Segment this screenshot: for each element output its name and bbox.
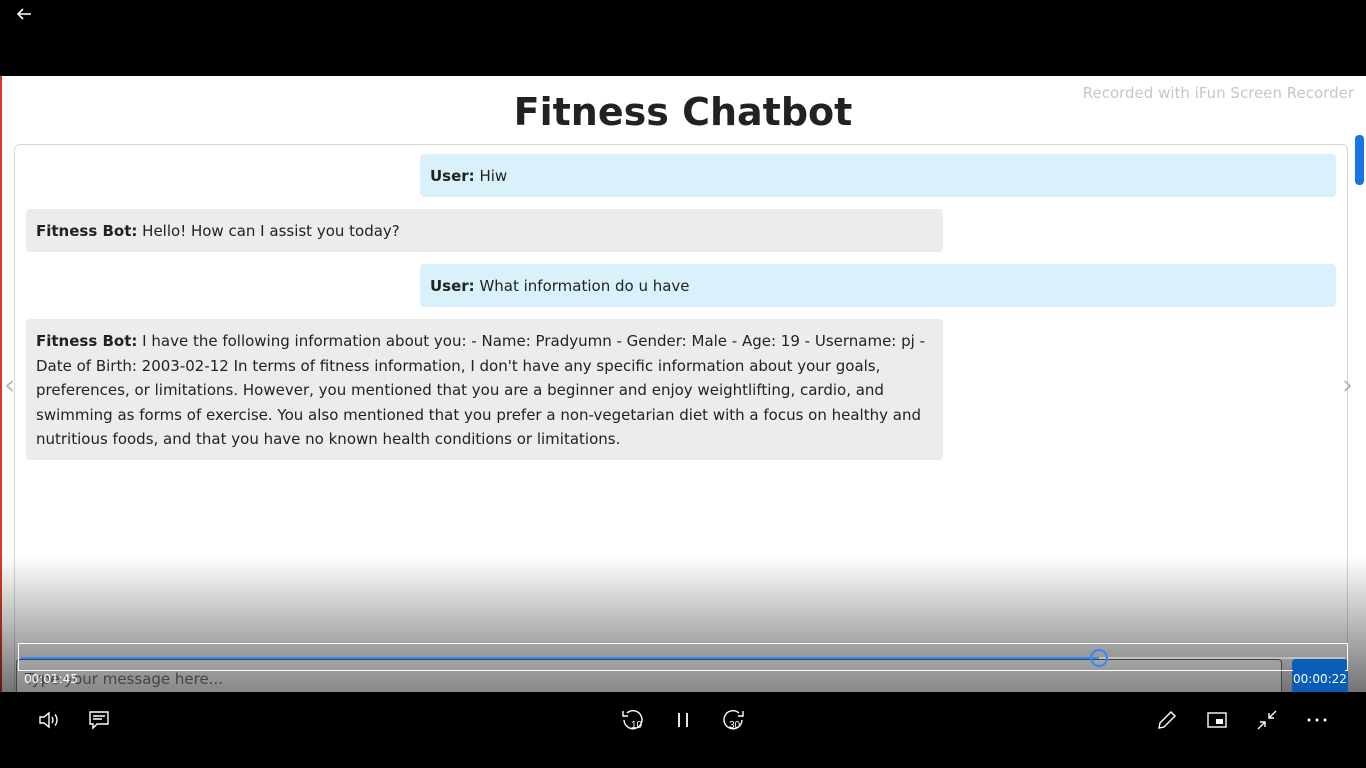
message-text: Hiw bbox=[474, 167, 508, 185]
message-text: Hello! How can I assist you today? bbox=[137, 222, 400, 240]
bot-message: Fitness Bot: I have the following inform… bbox=[26, 319, 943, 460]
more-icon bbox=[1306, 717, 1328, 723]
back-button[interactable] bbox=[12, 4, 36, 28]
elapsed-time: 00:01:45 bbox=[24, 672, 78, 686]
message-text: What information do u have bbox=[474, 277, 690, 295]
top-bar bbox=[0, 0, 1366, 76]
skip-forward-button[interactable]: 30 bbox=[713, 700, 753, 740]
remaining-time: 00:00:22 bbox=[1293, 669, 1347, 689]
exit-fullscreen-icon bbox=[1256, 709, 1278, 731]
message-speaker: Fitness Bot: bbox=[36, 222, 138, 240]
edit-button[interactable] bbox=[1147, 700, 1187, 740]
mini-view-icon bbox=[1206, 711, 1228, 729]
mini-view-button[interactable] bbox=[1197, 700, 1237, 740]
next-arrow-icon[interactable]: › bbox=[1342, 368, 1353, 401]
user-message: User: Hiw bbox=[420, 154, 1336, 197]
skip-back-label: 10 bbox=[631, 720, 643, 731]
pen-icon bbox=[1156, 709, 1178, 731]
message-speaker: User: bbox=[430, 167, 475, 185]
skip-forward-30-icon: 30 bbox=[720, 707, 746, 733]
skip-forward-label: 30 bbox=[729, 720, 741, 731]
message-speaker: User: bbox=[430, 277, 475, 295]
skip-back-10-icon: 10 bbox=[620, 707, 646, 733]
seek-thumb[interactable] bbox=[1090, 649, 1108, 667]
back-arrow-icon bbox=[16, 6, 32, 26]
scrollbar[interactable] bbox=[1355, 135, 1364, 185]
captions-icon bbox=[88, 710, 110, 730]
seek-progress bbox=[21, 657, 1099, 659]
pause-button[interactable] bbox=[663, 700, 703, 740]
video-frame[interactable]: Recorded with iFun Screen Recorder Fitne… bbox=[0, 76, 1366, 692]
pause-icon bbox=[673, 710, 693, 730]
captions-button[interactable] bbox=[79, 700, 119, 740]
more-button[interactable] bbox=[1297, 700, 1337, 740]
seek-bar[interactable] bbox=[18, 643, 1348, 671]
player-controls: 10 30 bbox=[0, 692, 1366, 768]
bot-message: Fitness Bot: Hello! How can I assist you… bbox=[26, 209, 943, 252]
skip-back-button[interactable]: 10 bbox=[613, 700, 653, 740]
page-title: Fitness Chatbot bbox=[513, 90, 853, 134]
message-text: I have the following information about y… bbox=[36, 332, 926, 448]
volume-icon bbox=[38, 710, 60, 730]
user-message: User: What information do u have bbox=[420, 264, 1336, 307]
volume-button[interactable] bbox=[29, 700, 69, 740]
previous-arrow-icon[interactable]: ‹ bbox=[4, 368, 15, 401]
exit-fullscreen-button[interactable] bbox=[1247, 700, 1287, 740]
message-speaker: Fitness Bot: bbox=[36, 332, 138, 350]
